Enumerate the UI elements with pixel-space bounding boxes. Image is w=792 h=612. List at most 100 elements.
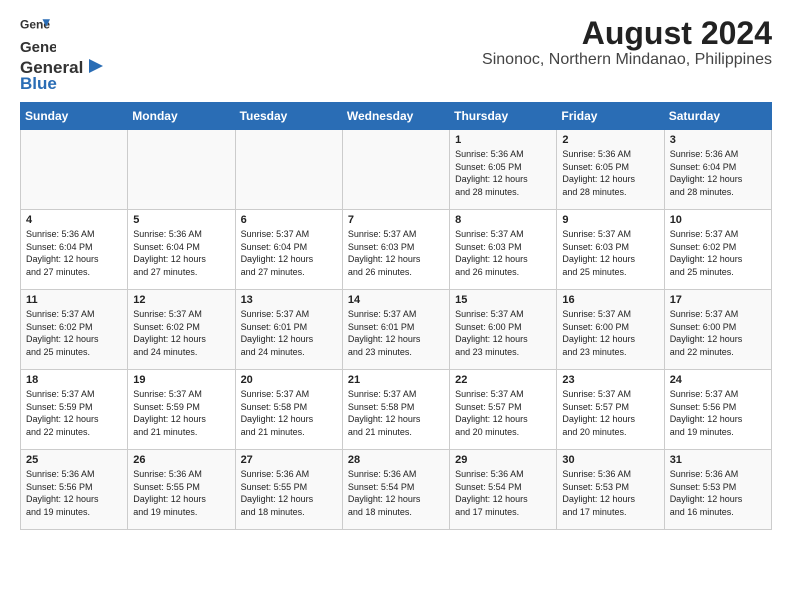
day-number: 11 (26, 294, 122, 306)
day-info: Sunrise: 5:37 AM Sunset: 6:02 PM Dayligh… (670, 228, 766, 278)
calendar-cell: 22Sunrise: 5:37 AM Sunset: 5:57 PM Dayli… (450, 370, 557, 450)
calendar-cell: 14 Sunrise: 5:37 AM Sunset: 6:01 PM Dayli… (342, 290, 449, 370)
page-title: August 2024 (482, 16, 772, 51)
day-number: 2 (562, 134, 658, 146)
day-info: Sunrise: 5:37 AM Sunset: 6:03 PM Dayligh… (562, 228, 658, 278)
calendar-table: SundayMondayTuesdayWednesdayThursdayFrid… (20, 102, 772, 530)
day-info: Sunrise: 5:37 AM Sunset: 6:00 PM Dayligh… (562, 308, 658, 358)
calendar-cell: 25 Sunrise: 5:36 AM Sunset: 5:56 PM Dayli… (21, 450, 128, 530)
day-info: Sunrise: 5:37 AM Sunset: 5:58 PM Dayligh… (348, 388, 444, 438)
day-number: 24 (670, 374, 766, 386)
day-info: Sunrise: 5:36 AM Sunset: 5:53 PM Dayligh… (670, 468, 766, 518)
calendar-cell (342, 130, 449, 210)
calendar-week-row: 18 Sunrise: 5:37 AM Sunset: 5:59 PM Dayli… (21, 370, 772, 450)
calendar-cell: 8 Sunrise: 5:37 AM Sunset: 6:03 PM Daylig… (450, 210, 557, 290)
calendar-cell: 12Sunrise: 5:37 AM Sunset: 6:02 PM Dayli… (128, 290, 235, 370)
day-number: 9 (562, 214, 658, 226)
calendar-cell: 7Sunrise: 5:37 AM Sunset: 6:03 PM Daylig… (342, 210, 449, 290)
day-info: Sunrise: 5:37 AM Sunset: 6:02 PM Dayligh… (26, 308, 122, 358)
calendar-cell: 15Sunrise: 5:37 AM Sunset: 6:00 PM Dayli… (450, 290, 557, 370)
calendar-cell: 17 Sunrise: 5:37 AM Sunset: 6:00 PM Dayli… (664, 290, 771, 370)
day-info: Sunrise: 5:37 AM Sunset: 5:59 PM Dayligh… (133, 388, 229, 438)
day-info: Sunrise: 5:36 AM Sunset: 5:54 PM Dayligh… (348, 468, 444, 518)
day-info: Sunrise: 5:36 AM Sunset: 5:56 PM Dayligh… (26, 468, 122, 518)
day-number: 19 (133, 374, 229, 386)
day-info: Sunrise: 5:36 AM Sunset: 5:53 PM Dayligh… (562, 468, 658, 518)
calendar-week-row: 1 Sunrise: 5:36 AM Sunset: 6:05 PM Daylig… (21, 130, 772, 210)
calendar-cell: 20Sunrise: 5:37 AM Sunset: 5:58 PM Dayli… (235, 370, 342, 450)
day-number: 10 (670, 214, 766, 226)
calendar-cell: 30Sunrise: 5:36 AM Sunset: 5:53 PM Dayli… (557, 450, 664, 530)
day-number: 29 (455, 454, 551, 466)
day-number: 28 (348, 454, 444, 466)
calendar-week-row: 25 Sunrise: 5:36 AM Sunset: 5:56 PM Dayli… (21, 450, 772, 530)
day-info: Sunrise: 5:37 AM Sunset: 6:04 PM Dayligh… (241, 228, 337, 278)
day-number: 6 (241, 214, 337, 226)
calendar-cell: 10 Sunrise: 5:37 AM Sunset: 6:02 PM Dayli… (664, 210, 771, 290)
calendar-cell: 5 Sunrise: 5:36 AM Sunset: 6:04 PM Daylig… (128, 210, 235, 290)
col-header-wednesday: Wednesday (342, 103, 449, 130)
day-number: 4 (26, 214, 122, 226)
day-number: 26 (133, 454, 229, 466)
calendar-cell (235, 130, 342, 210)
calendar-cell: 13 Sunrise: 5:37 AM Sunset: 6:01 PM Dayli… (235, 290, 342, 370)
day-number: 16 (562, 294, 658, 306)
day-number: 22 (455, 374, 551, 386)
day-info: Sunrise: 5:36 AM Sunset: 5:55 PM Dayligh… (241, 468, 337, 518)
calendar-cell: 11 Sunrise: 5:37 AM Sunset: 6:02 PM Dayli… (21, 290, 128, 370)
logo: General General General Blue (20, 16, 103, 94)
logo-blue: Blue (20, 74, 57, 94)
page-subtitle: Sinonoc, Northern Mindanao, Philippines (482, 51, 772, 69)
day-number: 27 (241, 454, 337, 466)
logo-arrow-icon (85, 57, 103, 75)
calendar-cell: 4 Sunrise: 5:36 AM Sunset: 6:04 PM Daylig… (21, 210, 128, 290)
calendar-cell: 21Sunrise: 5:37 AM Sunset: 5:58 PM Dayli… (342, 370, 449, 450)
day-number: 8 (455, 214, 551, 226)
page-header: General General General Blue August 2024… (20, 16, 772, 94)
day-number: 18 (26, 374, 122, 386)
calendar-header-row: SundayMondayTuesdayWednesdayThursdayFrid… (21, 103, 772, 130)
day-info: Sunrise: 5:37 AM Sunset: 6:02 PM Dayligh… (133, 308, 229, 358)
day-info: Sunrise: 5:37 AM Sunset: 5:59 PM Dayligh… (26, 388, 122, 438)
col-header-saturday: Saturday (664, 103, 771, 130)
day-info: Sunrise: 5:36 AM Sunset: 6:04 PM Dayligh… (670, 148, 766, 198)
day-info: Sunrise: 5:37 AM Sunset: 5:56 PM Dayligh… (670, 388, 766, 438)
calendar-cell: 31Sunrise: 5:36 AM Sunset: 5:53 PM Dayli… (664, 450, 771, 530)
day-number: 23 (562, 374, 658, 386)
col-header-friday: Friday (557, 103, 664, 130)
day-number: 13 (241, 294, 337, 306)
title-block: August 2024 Sinonoc, Northern Mindanao, … (482, 16, 772, 69)
calendar-cell: 28 Sunrise: 5:36 AM Sunset: 5:54 PM Dayli… (342, 450, 449, 530)
calendar-cell: 3Sunrise: 5:36 AM Sunset: 6:04 PM Daylig… (664, 130, 771, 210)
day-info: Sunrise: 5:37 AM Sunset: 6:00 PM Dayligh… (670, 308, 766, 358)
day-number: 17 (670, 294, 766, 306)
col-header-monday: Monday (128, 103, 235, 130)
calendar-week-row: 11 Sunrise: 5:37 AM Sunset: 6:02 PM Dayli… (21, 290, 772, 370)
calendar-cell: 9 Sunrise: 5:37 AM Sunset: 6:03 PM Daylig… (557, 210, 664, 290)
calendar-cell (128, 130, 235, 210)
calendar-cell: 16 Sunrise: 5:37 AM Sunset: 6:00 PM Dayli… (557, 290, 664, 370)
calendar-week-row: 4 Sunrise: 5:36 AM Sunset: 6:04 PM Daylig… (21, 210, 772, 290)
day-number: 15 (455, 294, 551, 306)
day-info: Sunrise: 5:37 AM Sunset: 6:03 PM Dayligh… (455, 228, 551, 278)
col-header-sunday: Sunday (21, 103, 128, 130)
day-info: Sunrise: 5:37 AM Sunset: 6:01 PM Dayligh… (241, 308, 337, 358)
calendar-cell: 1 Sunrise: 5:36 AM Sunset: 6:05 PM Daylig… (450, 130, 557, 210)
svg-text:General: General (20, 39, 56, 56)
day-info: Sunrise: 5:37 AM Sunset: 6:01 PM Dayligh… (348, 308, 444, 358)
calendar-cell: 26Sunrise: 5:36 AM Sunset: 5:55 PM Dayli… (128, 450, 235, 530)
day-number: 20 (241, 374, 337, 386)
day-info: Sunrise: 5:36 AM Sunset: 6:04 PM Dayligh… (26, 228, 122, 278)
day-number: 5 (133, 214, 229, 226)
day-info: Sunrise: 5:36 AM Sunset: 6:05 PM Dayligh… (562, 148, 658, 198)
day-number: 25 (26, 454, 122, 466)
day-info: Sunrise: 5:36 AM Sunset: 6:05 PM Dayligh… (455, 148, 551, 198)
calendar-cell: 23 Sunrise: 5:37 AM Sunset: 5:57 PM Dayli… (557, 370, 664, 450)
day-number: 14 (348, 294, 444, 306)
calendar-cell: 18 Sunrise: 5:37 AM Sunset: 5:59 PM Dayli… (21, 370, 128, 450)
calendar-cell: 29Sunrise: 5:36 AM Sunset: 5:54 PM Dayli… (450, 450, 557, 530)
col-header-tuesday: Tuesday (235, 103, 342, 130)
day-number: 1 (455, 134, 551, 146)
day-info: Sunrise: 5:36 AM Sunset: 6:04 PM Dayligh… (133, 228, 229, 278)
day-info: Sunrise: 5:37 AM Sunset: 5:57 PM Dayligh… (562, 388, 658, 438)
